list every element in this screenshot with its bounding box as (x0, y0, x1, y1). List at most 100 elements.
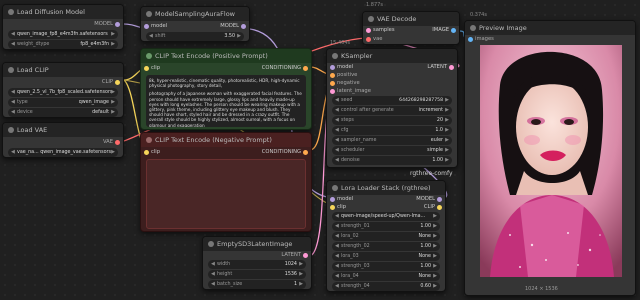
ksampler-node[interactable]: KSampler model LATENT positive negative l… (326, 48, 458, 168)
node-title[interactable]: VAE Decode (363, 12, 459, 26)
arrow-left-icon[interactable]: ◀ (335, 136, 339, 145)
latent-socket-icon[interactable] (303, 253, 308, 258)
seed-input[interactable]: ◀ seed 644268298287758 ▶ (332, 96, 452, 105)
negative-prompt-textarea[interactable] (146, 159, 306, 229)
model-io-row[interactable]: model MODEL (327, 195, 445, 203)
strength-04-input[interactable]: ◀ strength_04 0.60 ▶ (332, 282, 440, 291)
node-title[interactable]: Load VAE (3, 123, 123, 137)
clip-socket-icon[interactable] (330, 205, 335, 210)
clip-socket-icon[interactable] (115, 80, 120, 85)
arrow-right-icon[interactable]: ▶ (433, 272, 437, 281)
weight-dtype-select[interactable]: ◀ weight_dtype fp8_e4m3fn ▶ (8, 40, 118, 49)
model-socket-icon[interactable] (330, 65, 335, 70)
arrow-right-icon[interactable]: ▶ (433, 242, 437, 251)
lora-loader-stack-node[interactable]: Lora Loader Stack (rgthree) model MODEL c… (326, 180, 446, 292)
arrow-right-icon[interactable]: ▶ (445, 116, 449, 125)
lora-02-select[interactable]: ◀ lora_02 None ▶ (332, 232, 440, 241)
steps-input[interactable]: ◀ steps 20 ▶ (332, 116, 452, 125)
clip-name-select[interactable]: ◀ qwen_2.5_vl_7b_fp8_scaled.safetensors ▶ (8, 88, 118, 97)
collapse-dot-icon[interactable] (332, 185, 338, 191)
model-io-row[interactable]: model MODEL (141, 21, 249, 31)
arrow-left-icon[interactable]: ◀ (11, 30, 15, 39)
load-vae-node[interactable]: Load VAE VAE ◀ vae_na... qwen_image_vae.s… (2, 122, 124, 158)
empty-sd3-latent-image-node[interactable]: EmptySD3LatentImage LATENT ◀ width 1024 ▶ ◀… (202, 236, 312, 290)
model-socket-icon[interactable] (241, 24, 246, 29)
shift-input[interactable]: ◀ shift 3.50 ▶ (146, 32, 244, 41)
arrow-left-icon[interactable]: ◀ (149, 32, 153, 41)
arrow-left-icon[interactable]: ◀ (11, 98, 15, 107)
conditioning-socket-icon[interactable] (330, 81, 335, 86)
arrow-right-icon[interactable]: ▶ (445, 106, 449, 115)
conditioning-socket-icon[interactable] (303, 150, 308, 155)
collapse-dot-icon[interactable] (470, 25, 476, 31)
arrow-left-icon[interactable]: ◀ (335, 282, 339, 291)
vae-socket-icon[interactable] (115, 140, 120, 145)
collapse-dot-icon[interactable] (8, 9, 14, 15)
arrow-right-icon[interactable]: ▶ (111, 108, 115, 117)
arrow-left-icon[interactable]: ◀ (335, 156, 339, 165)
collapse-dot-icon[interactable] (146, 11, 152, 17)
arrow-left-icon[interactable]: ◀ (335, 242, 339, 251)
latent-socket-icon[interactable] (330, 89, 335, 94)
input-negative[interactable]: negative (327, 79, 457, 87)
input-latent-image[interactable]: latent_image (327, 87, 457, 95)
input-positive[interactable]: positive (327, 71, 457, 79)
collapse-dot-icon[interactable] (8, 127, 14, 133)
conditioning-socket-icon[interactable] (303, 66, 308, 71)
output-vae[interactable]: VAE (3, 137, 123, 147)
arrow-right-icon[interactable]: ▶ (237, 32, 241, 41)
arrow-left-icon[interactable]: ◀ (335, 272, 339, 281)
arrow-left-icon[interactable]: ◀ (335, 222, 339, 231)
arrow-right-icon[interactable]: ▶ (433, 232, 437, 241)
control-after-generate-select[interactable]: ◀ control after generate increment ▶ (332, 106, 452, 115)
node-title[interactable]: CLIP Text Encode (Negative Prompt) (141, 133, 311, 147)
arrow-right-icon[interactable]: ▶ (111, 88, 115, 97)
strength-01-input[interactable]: ◀ strength_01 1.00 ▶ (332, 222, 440, 231)
arrow-right-icon[interactable]: ▶ (445, 126, 449, 135)
collapse-dot-icon[interactable] (208, 241, 214, 247)
width-input[interactable]: ◀ width 1024 ▶ (208, 260, 306, 269)
clip-io-row[interactable]: clip CLIP (327, 203, 445, 211)
arrow-left-icon[interactable]: ◀ (211, 280, 215, 289)
collapse-dot-icon[interactable] (8, 67, 14, 73)
image-socket-icon[interactable] (451, 28, 456, 33)
preview-image-node[interactable]: Preview Image images 1024 × 1536 (464, 20, 636, 296)
arrow-right-icon[interactable]: ▶ (299, 260, 303, 269)
model-latent-row[interactable]: model LATENT (327, 63, 457, 71)
node-title[interactable]: KSampler (327, 49, 457, 63)
node-title[interactable]: EmptySD3LatentImage (203, 237, 311, 251)
arrow-right-icon[interactable]: ▶ (299, 280, 303, 289)
latent-socket-icon[interactable] (449, 65, 454, 70)
arrow-left-icon[interactable]: ◀ (11, 108, 15, 117)
load-diffusion-model-node[interactable]: Load Diffusion Model MODEL ◀ qwen_image_f… (2, 4, 124, 50)
collapse-dot-icon[interactable] (146, 137, 152, 143)
lora-03-select[interactable]: ◀ lora_03 None ▶ (332, 252, 440, 261)
arrow-right-icon[interactable]: ▶ (111, 98, 115, 107)
conditioning-socket-icon[interactable] (330, 73, 335, 78)
model-socket-icon[interactable] (115, 22, 120, 27)
arrow-right-icon[interactable]: ▶ (445, 156, 449, 165)
clip-socket-icon[interactable] (437, 205, 442, 210)
collapse-dot-icon[interactable] (332, 53, 338, 59)
model-socket-icon[interactable] (437, 197, 442, 202)
positive-prompt-textarea[interactable]: 8k, hyper-realistic, cinematic quality, … (146, 75, 306, 127)
node-title[interactable]: Lora Loader Stack (rgthree) (327, 181, 445, 195)
arrow-left-icon[interactable]: ◀ (11, 88, 15, 97)
denoise-input[interactable]: ◀ denoise 1.00 ▶ (332, 156, 452, 165)
arrow-left-icon[interactable]: ◀ (335, 232, 339, 241)
output-latent[interactable]: LATENT (203, 251, 311, 259)
unet-name-select[interactable]: ◀ qwen_image_fp8_e4m3fn.safetensors ▶ (8, 30, 118, 39)
clip-cond-row[interactable]: clip CONDITIONING (141, 147, 311, 157)
arrow-right-icon[interactable]: ▶ (111, 148, 115, 157)
output-clip[interactable]: CLIP (3, 77, 123, 87)
input-images[interactable]: images (465, 35, 635, 44)
arrow-left-icon[interactable]: ◀ (335, 96, 339, 105)
model-socket-icon[interactable] (330, 197, 335, 202)
batch-size-input[interactable]: ◀ batch_size 1 ▶ (208, 280, 306, 289)
node-title[interactable]: Preview Image (465, 21, 635, 35)
arrow-left-icon[interactable]: ◀ (11, 40, 15, 49)
output-model[interactable]: MODEL (3, 19, 123, 29)
cfg-input[interactable]: ◀ cfg 1.0 ▶ (332, 126, 452, 135)
arrow-right-icon[interactable]: ▶ (445, 96, 449, 105)
image-socket-icon[interactable] (468, 37, 473, 42)
